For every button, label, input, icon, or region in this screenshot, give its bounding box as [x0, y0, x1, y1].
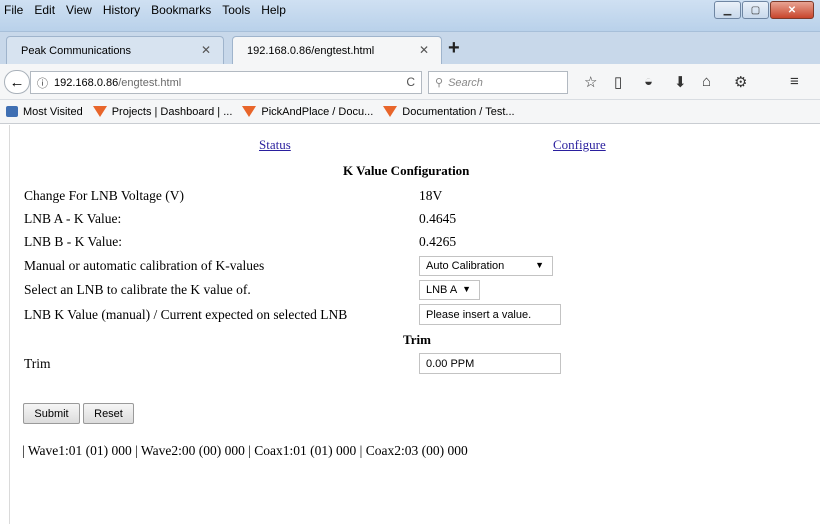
- dropdown-arrow-icon: ▼: [462, 284, 471, 294]
- bookmark-most-visited[interactable]: Most Visited: [6, 106, 83, 118]
- trim-label: Trim: [24, 356, 51, 371]
- bookmark-label: Most Visited: [23, 105, 83, 118]
- menu-file[interactable]: File: [4, 3, 23, 17]
- tab-peak-communications[interactable]: Peak Communications ✕: [6, 36, 224, 64]
- menu-help[interactable]: Help: [261, 3, 286, 17]
- menu-view[interactable]: View: [66, 3, 92, 17]
- reset-button[interactable]: Reset: [83, 403, 134, 424]
- home-icon[interactable]: ⌂: [702, 73, 711, 90]
- close-tab-icon[interactable]: ✕: [419, 43, 429, 57]
- most-visited-icon: [6, 106, 18, 117]
- back-arrow-icon: ←: [9, 73, 25, 91]
- manual-kvalue-label: LNB K Value (manual) / Current expected …: [24, 307, 348, 322]
- gitlab-icon: [92, 106, 107, 117]
- bookmark-pickandplace[interactable]: PickAndPlace / Docu...: [242, 106, 373, 118]
- lnb-select[interactable]: LNB A ▼: [419, 280, 480, 300]
- status-line: | Wave1:01 (01) 000 | Wave2:00 (00) 000 …: [22, 443, 468, 458]
- download-icon[interactable]: ⬇: [674, 73, 687, 91]
- trim-heading: Trim: [403, 332, 431, 347]
- close-tab-icon[interactable]: ✕: [201, 43, 211, 57]
- bookmarks-toolbar: Most Visited Projects | Dashboard | ... …: [0, 100, 820, 124]
- manual-kvalue-input[interactable]: Please insert a value.: [419, 304, 561, 325]
- info-icon[interactable]: ⓘ: [37, 75, 48, 91]
- back-button[interactable]: ←: [4, 70, 30, 94]
- bookmark-projects-dashboard[interactable]: Projects | Dashboard | ...: [92, 105, 233, 118]
- minimize-icon: ▁: [723, 4, 732, 16]
- voltage-label: Change For LNB Voltage (V): [24, 188, 184, 203]
- search-placeholder: Search: [448, 76, 483, 89]
- close-window-button[interactable]: ✕: [770, 1, 814, 19]
- calibration-label: Manual or automatic calibration of K-val…: [24, 258, 265, 273]
- manual-kvalue-text: Please insert a value.: [426, 308, 532, 321]
- menu-tools[interactable]: Tools: [222, 3, 250, 17]
- close-icon: ✕: [787, 4, 797, 16]
- menu-bookmarks[interactable]: Bookmarks: [151, 3, 211, 17]
- url-path: /engtest.html: [118, 76, 182, 89]
- menu-bar: File Edit View History Bookmarks Tools H…: [4, 0, 297, 20]
- lnba-label: LNB A - K Value:: [24, 211, 122, 226]
- search-input[interactable]: ⚲ Search: [428, 71, 568, 94]
- kvalue-heading: K Value Configuration: [343, 163, 470, 178]
- maximize-icon: ▢: [750, 4, 761, 16]
- reader-icon[interactable]: ▯: [614, 73, 622, 91]
- lnbb-label: LNB B - K Value:: [24, 234, 122, 249]
- lnba-value: 0.4645: [419, 211, 457, 226]
- new-tab-icon[interactable]: +: [448, 37, 460, 60]
- search-icon: ⚲: [435, 77, 444, 89]
- pocket-icon[interactable]: ◒: [644, 73, 653, 90]
- configure-link[interactable]: Configure: [553, 137, 606, 153]
- calibration-selected: Auto Calibration: [426, 260, 505, 272]
- lnb-select-label: Select an LNB to calibrate the K value o…: [24, 282, 251, 297]
- bookmark-star-icon[interactable]: ☆: [584, 73, 597, 91]
- menu-edit[interactable]: Edit: [34, 3, 55, 17]
- minimize-button[interactable]: ▁: [714, 1, 741, 19]
- reload-icon[interactable]: C: [406, 75, 415, 89]
- lnb-selected: LNB A: [426, 284, 458, 296]
- page-content: Status Configure K Value Configuration C…: [0, 125, 820, 524]
- trim-text: 0.00 PPM: [426, 357, 475, 370]
- maximize-button[interactable]: ▢: [742, 1, 769, 19]
- frame-divider: [9, 125, 10, 524]
- gitlab-icon: [242, 106, 257, 117]
- bookmark-label: Documentation / Test...: [402, 105, 515, 118]
- window-controls: ▁ ▢ ✕: [713, 1, 814, 19]
- bookmark-label: PickAndPlace / Docu...: [261, 105, 374, 118]
- calibration-select[interactable]: Auto Calibration ▼: [419, 256, 553, 276]
- submit-button[interactable]: Submit: [23, 403, 80, 424]
- dropdown-arrow-icon: ▼: [535, 260, 544, 270]
- tab-engtest[interactable]: 192.168.0.86/engtest.html ✕: [232, 36, 442, 65]
- bookmark-documentation[interactable]: Documentation / Test...: [383, 105, 515, 118]
- title-bar: File Edit View History Bookmarks Tools H…: [0, 0, 820, 32]
- trim-input[interactable]: 0.00 PPM: [419, 353, 561, 374]
- tab-strip: Peak Communications ✕ 192.168.0.86/engte…: [0, 32, 820, 65]
- url-host: 192.168.0.86: [54, 76, 119, 89]
- url-bar[interactable]: ⓘ 192.168.0.86 /engtest.html C: [30, 71, 422, 94]
- tab-label: 192.168.0.86/engtest.html: [247, 45, 375, 57]
- voltage-value: 18V: [419, 188, 443, 203]
- tab-label: Peak Communications: [21, 44, 132, 57]
- navigation-bar: ← ⓘ 192.168.0.86 /engtest.html C ⚲ Searc…: [0, 64, 820, 100]
- bookmark-label: Projects | Dashboard | ...: [111, 105, 233, 118]
- extension-icon[interactable]: ⚙: [734, 73, 747, 91]
- lnbb-value: 0.4265: [419, 234, 457, 249]
- menu-history[interactable]: History: [103, 3, 140, 17]
- status-link[interactable]: Status: [259, 137, 291, 153]
- gitlab-icon: [383, 106, 398, 117]
- menu-hamburger-icon[interactable]: ≡: [790, 73, 799, 90]
